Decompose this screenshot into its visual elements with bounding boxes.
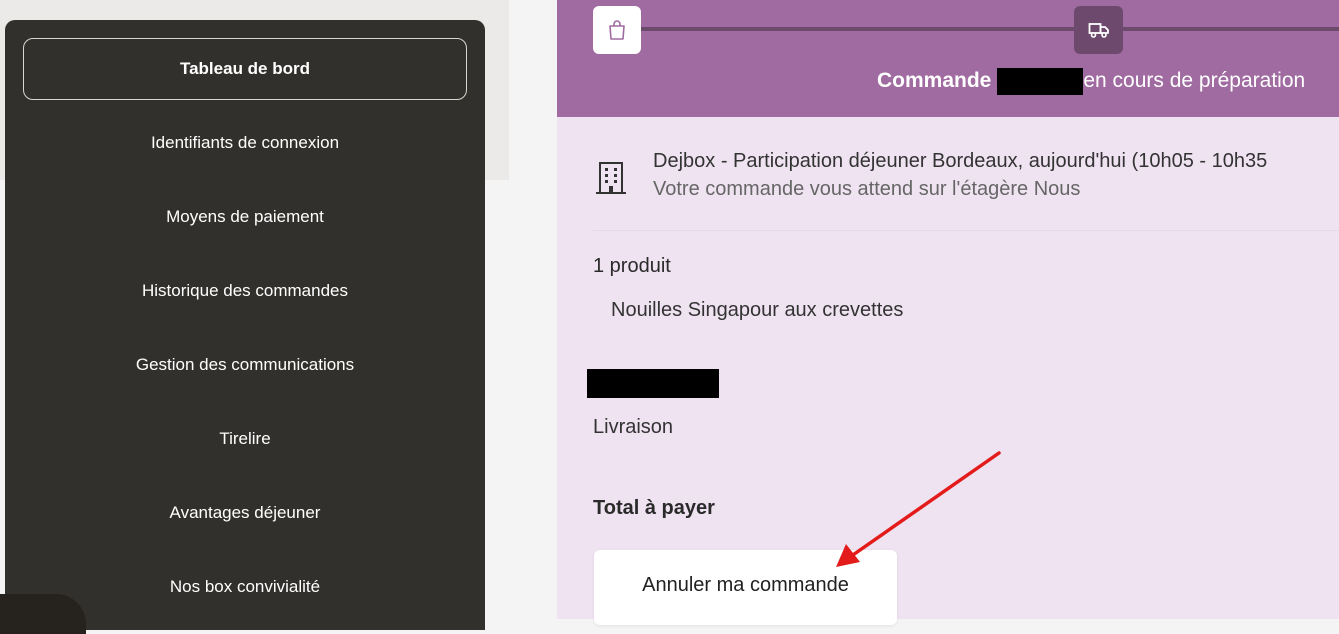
delivery-truck-icon <box>1088 23 1109 38</box>
page-background-strip <box>485 180 509 619</box>
progress-step-ordered <box>593 6 641 54</box>
pickup-location-title: Dejbox - Participation déjeuner Bordeaux… <box>653 150 1268 172</box>
floating-widget-corner[interactable] <box>0 594 86 634</box>
section-divider <box>593 230 1339 231</box>
sidebar-item-order-history[interactable]: Historique des commandes <box>23 260 467 322</box>
sidebar-item-conviviality-boxes[interactable]: Nos box convivialité <box>23 556 467 618</box>
order-title-suffix: en cours de préparation <box>1083 69 1306 92</box>
shopping-bag-icon <box>609 20 625 40</box>
account-sidebar: Tableau de bord Identifiants de connexio… <box>5 20 485 630</box>
progress-step-delivery <box>1074 6 1123 54</box>
product-name: Nouilles Singapour aux crevettes <box>611 299 904 321</box>
order-progress-track <box>639 27 1339 31</box>
sidebar-item-login-credentials[interactable]: Identifiants de connexion <box>23 112 467 174</box>
sidebar-item-payment-methods[interactable]: Moyens de paiement <box>23 186 467 248</box>
order-status-title: Commande en cours de préparation <box>877 66 1305 96</box>
red-arrow-annotation <box>836 451 1001 567</box>
redacted-text-block <box>587 369 719 398</box>
redacted-order-number <box>997 67 1084 95</box>
sidebar-item-dashboard[interactable]: Tableau de bord <box>23 38 467 100</box>
order-title-prefix: Commande <box>877 69 992 92</box>
building-icon <box>596 162 626 194</box>
delivery-label: Livraison <box>593 416 674 438</box>
sidebar-item-piggy-bank[interactable]: Tirelire <box>23 408 467 470</box>
product-count: 1 produit <box>593 255 671 277</box>
pickup-location-subtitle: Votre commande vous attend sur l'étagère… <box>653 178 1081 200</box>
sidebar-item-lunch-benefits[interactable]: Avantages déjeuner <box>23 482 467 544</box>
total-to-pay-label: Total à payer <box>593 497 715 519</box>
sidebar-item-communications[interactable]: Gestion des communications <box>23 334 467 396</box>
order-status-header: Commande en cours de préparation <box>557 0 1339 117</box>
